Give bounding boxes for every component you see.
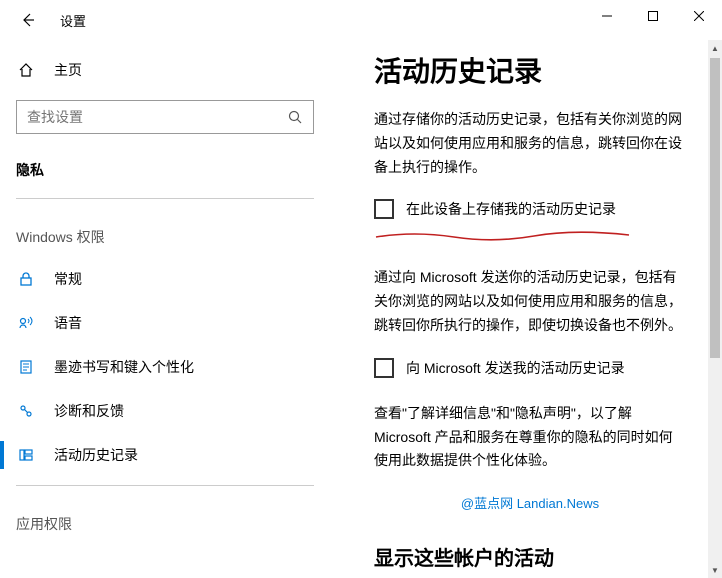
- watermark-text: @蓝点网 Landian.News: [374, 493, 686, 512]
- nav-label: 墨迹书写和键入个性化: [54, 357, 194, 377]
- search-box[interactable]: [16, 100, 314, 134]
- subsection-windows-permissions: Windows 权限: [0, 207, 330, 257]
- divider: [16, 485, 314, 486]
- annotation-underline: [374, 229, 686, 246]
- description-2: 通过向 Microsoft 发送你的活动历史记录，包括有关你浏览的网站以及如何使…: [374, 266, 686, 337]
- clipboard-icon: [16, 359, 36, 375]
- checkbox-store-on-device[interactable]: [374, 199, 394, 219]
- sidebar: 主页 隐私 Windows 权限 常规 语音: [0, 40, 330, 578]
- history-icon: [16, 447, 36, 463]
- nav-item-speech[interactable]: 语音: [0, 301, 330, 345]
- window-controls: [584, 0, 722, 32]
- home-link[interactable]: 主页: [0, 50, 330, 90]
- speech-icon: [16, 315, 36, 331]
- nav-item-general[interactable]: 常规: [0, 257, 330, 301]
- close-button[interactable]: [676, 0, 722, 32]
- window-title: 设置: [60, 11, 86, 30]
- nav-label: 语音: [54, 313, 82, 333]
- close-icon: [694, 11, 704, 21]
- scroll-down-icon[interactable]: ▼: [708, 562, 722, 578]
- nav-item-activity-history[interactable]: 活动历史记录: [0, 433, 330, 477]
- nav-label: 常规: [54, 269, 82, 289]
- checkbox-store-on-device-row: 在此设备上存储我的活动历史记录: [374, 199, 686, 219]
- search-input[interactable]: [27, 109, 287, 125]
- scrollbar-thumb[interactable]: [710, 58, 720, 358]
- page-heading: 活动历史记录: [374, 50, 686, 90]
- description-1: 通过存储你的活动历史记录，包括有关你浏览的网站以及如何使用应用和服务的信息，跳转…: [374, 108, 686, 179]
- home-icon: [16, 62, 36, 78]
- search-icon: [287, 110, 303, 124]
- description-3: 查看"了解详细信息"和"隐私声明"，以了解 Microsoft 产品和服务在尊重…: [374, 402, 686, 473]
- checkbox-send-to-microsoft-label: 向 Microsoft 发送我的活动历史记录: [406, 358, 625, 378]
- subsection-app-permissions: 应用权限: [0, 494, 330, 544]
- checkbox-send-to-microsoft[interactable]: [374, 358, 394, 378]
- nav-label: 活动历史记录: [54, 445, 138, 465]
- lock-icon: [16, 271, 36, 287]
- home-label: 主页: [54, 60, 82, 80]
- section-privacy-label: 隐私: [0, 152, 330, 190]
- feedback-icon: [16, 403, 36, 419]
- maximize-icon: [648, 11, 658, 21]
- minimize-button[interactable]: [584, 0, 630, 32]
- scroll-up-icon[interactable]: ▲: [708, 40, 722, 56]
- minimize-icon: [602, 11, 612, 21]
- maximize-button[interactable]: [630, 0, 676, 32]
- content-area: 活动历史记录 通过存储你的活动历史记录，包括有关你浏览的网站以及如何使用应用和服…: [330, 40, 722, 578]
- nav-label: 诊断和反馈: [54, 401, 124, 421]
- divider: [16, 198, 314, 199]
- checkbox-send-to-microsoft-row: 向 Microsoft 发送我的活动历史记录: [374, 358, 686, 378]
- titlebar: 设置: [0, 0, 722, 40]
- checkbox-store-on-device-label: 在此设备上存储我的活动历史记录: [406, 199, 616, 219]
- sub-heading: 显示这些帐户的活动: [374, 542, 686, 571]
- back-button[interactable]: [8, 0, 48, 40]
- arrow-left-icon: [20, 12, 36, 28]
- nav-item-diagnostics[interactable]: 诊断和反馈: [0, 389, 330, 433]
- scrollbar-vertical[interactable]: ▲ ▼: [708, 40, 722, 578]
- nav-item-inking[interactable]: 墨迹书写和键入个性化: [0, 345, 330, 389]
